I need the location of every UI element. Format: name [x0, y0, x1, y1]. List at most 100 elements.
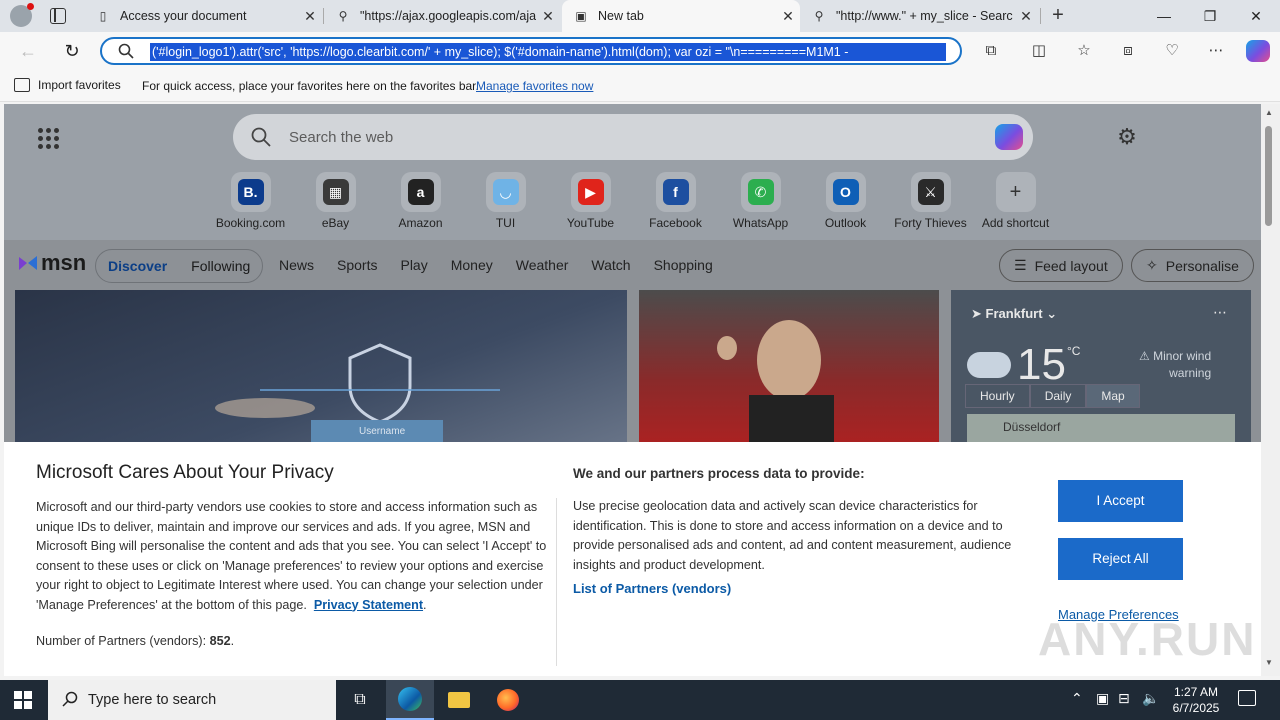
nav-news[interactable]: News — [279, 257, 314, 273]
clock[interactable]: 1:27 AM 6/7/2025 — [1168, 684, 1224, 716]
shortcut-youtube[interactable]: ▶ YouTube — [548, 172, 633, 230]
scroll-up-icon[interactable]: ▲ — [1265, 108, 1273, 117]
nav-watch[interactable]: Watch — [591, 257, 630, 273]
browser-essentials-icon[interactable]: ♡ — [1163, 42, 1181, 60]
shortcut-amazon[interactable]: a Amazon — [378, 172, 463, 230]
tab-title: "https://ajax.googleapis.com/aja — [360, 9, 536, 23]
taskbar-search[interactable]: Type here to search — [48, 680, 336, 720]
notifications-icon[interactable] — [1238, 690, 1256, 706]
refresh-button[interactable]: ↻ — [60, 40, 84, 64]
shortcut-forty-thieves[interactable]: ⚔ Forty Thieves — [888, 172, 973, 230]
close-icon[interactable]: ✕ — [536, 8, 560, 25]
volume-icon[interactable]: 🔈 — [1142, 690, 1159, 707]
import-favorites-button[interactable]: Import favorites — [14, 78, 121, 92]
close-icon[interactable]: ✕ — [298, 8, 322, 25]
nav-weather[interactable]: Weather — [516, 257, 569, 273]
msn-logo[interactable]: msn — [17, 250, 86, 276]
msn-butterfly-icon — [19, 256, 37, 270]
tab-access-document[interactable]: ▯ Access your document ✕ — [84, 0, 322, 32]
shortcut-facebook[interactable]: f Facebook — [633, 172, 718, 230]
shortcut-outlook[interactable]: O Outlook — [803, 172, 888, 230]
minimize-button[interactable]: — — [1141, 0, 1187, 32]
taskbar-search-placeholder: Type here to search — [88, 692, 217, 708]
copilot-icon[interactable] — [995, 124, 1023, 150]
close-icon[interactable]: ✕ — [1014, 8, 1038, 25]
personalise-button[interactable]: ✧ Personalise — [1131, 249, 1254, 282]
nav-sports[interactable]: Sports — [337, 257, 377, 273]
split-screen-icon[interactable]: ◫ — [1030, 42, 1048, 60]
network-icon[interactable]: ⊟ — [1118, 690, 1130, 707]
close-icon[interactable]: ✕ — [776, 8, 800, 25]
sparkle-icon: ✧ — [1146, 257, 1158, 273]
address-bar[interactable]: ('#login_logo1').attr('src', 'https://lo… — [100, 37, 962, 65]
edge-icon[interactable] — [386, 680, 434, 720]
favorites-star-icon[interactable]: ☆ — [1075, 42, 1093, 60]
partners-list-link[interactable]: List of Partners (vendors) — [573, 581, 731, 596]
reject-all-button[interactable]: Reject All — [1058, 538, 1183, 580]
tab-following[interactable]: Following — [191, 258, 250, 274]
scroll-down-icon[interactable]: ▼ — [1265, 658, 1273, 667]
weather-unit: °C — [1067, 344, 1081, 358]
back-button[interactable]: ← — [16, 40, 40, 64]
nav-shopping[interactable]: Shopping — [654, 257, 713, 273]
privacy-title: Microsoft Cares About Your Privacy — [36, 462, 334, 483]
tab-new-tab[interactable]: ▣ New tab ✕ — [562, 0, 800, 32]
close-window-button[interactable]: ✕ — [1233, 0, 1279, 32]
page-scrollbar[interactable]: ▲ ▼ — [1261, 104, 1280, 676]
scroll-thumb[interactable] — [1265, 126, 1272, 226]
weather-location[interactable]: ➤ Frankfurt ⌄ — [971, 306, 1057, 322]
new-tab-button[interactable]: + — [1046, 4, 1070, 28]
more-icon[interactable]: ⋯ — [1207, 42, 1225, 60]
manage-favorites-link[interactable]: Manage favorites now — [476, 79, 593, 93]
tab-www-search[interactable]: ⚲ "http://www." + my_slice - Searc ✕ — [800, 0, 1038, 32]
profile-avatar[interactable] — [10, 3, 34, 27]
copilot-icon[interactable] — [1246, 40, 1270, 62]
app-launcher-icon[interactable] — [38, 128, 59, 149]
windows-start-icon[interactable] — [14, 691, 32, 709]
import-favorites-label: Import favorites — [38, 78, 121, 92]
tab-discover[interactable]: Discover — [108, 258, 167, 274]
firefox-icon[interactable] — [484, 680, 532, 720]
browser-toolbar: ← ↻ ('#login_logo1').attr('src', 'https:… — [0, 32, 1280, 70]
address-text[interactable]: ('#login_logo1').attr('src', 'https://lo… — [150, 43, 946, 61]
more-icon[interactable]: ⋯ — [1213, 304, 1227, 321]
feed-layout-button[interactable]: ☰ Feed layout — [999, 249, 1123, 282]
amazon-icon: a — [407, 179, 434, 205]
tab-map[interactable]: Map — [1086, 384, 1140, 408]
tab-daily[interactable]: Daily — [1029, 384, 1087, 408]
shortcut-booking[interactable]: B. Booking.com — [208, 172, 293, 230]
settings-gear-icon[interactable]: ⚙ — [1114, 124, 1140, 150]
tab-hourly[interactable]: Hourly — [965, 384, 1030, 408]
ebay-icon: ▦ — [322, 179, 349, 205]
feed-toggle: Discover Following — [95, 249, 264, 283]
shortcut-label: Add shortcut — [981, 216, 1050, 230]
shortcut-label: Amazon — [398, 216, 443, 230]
nav-money[interactable]: Money — [451, 257, 493, 273]
accept-button[interactable]: I Accept — [1058, 480, 1183, 522]
speaker-photo — [717, 320, 834, 442]
collections-icon[interactable]: ⧈ — [1119, 42, 1137, 60]
tab-actions-icon[interactable] — [50, 8, 66, 24]
news-card-speech[interactable] — [639, 290, 939, 442]
shortcut-ebay[interactable]: ▦ eBay — [293, 172, 378, 230]
file-explorer-icon[interactable] — [435, 680, 483, 720]
task-view-icon[interactable]: ⧉ — [336, 680, 384, 720]
watermark-logo: ANY.RUN — [1038, 613, 1257, 665]
msn-nav: News Sports Play Money Weather Watch Sho… — [279, 257, 736, 273]
news-card-security[interactable]: Username — [15, 290, 627, 442]
divider — [556, 498, 557, 666]
add-shortcut-button[interactable]: + Add shortcut — [973, 172, 1058, 230]
device-icon[interactable]: ▣ — [1096, 690, 1109, 707]
nav-play[interactable]: Play — [400, 257, 427, 273]
extensions-icon[interactable]: ⧉ — [982, 42, 1000, 60]
shortcut-whatsapp[interactable]: ✆ WhatsApp — [718, 172, 803, 230]
shortcut-tui[interactable]: ◡ TUI — [463, 172, 548, 230]
weather-warning[interactable]: ⚠ Minor wind warning — [1139, 348, 1211, 382]
tab-ajax-search[interactable]: ⚲ "https://ajax.googleapis.com/aja ✕ — [324, 0, 560, 32]
web-search-box[interactable]: Search the web — [233, 114, 1033, 160]
chevron-up-icon[interactable]: ⌃ — [1071, 690, 1083, 707]
restore-button[interactable]: ❐ — [1187, 0, 1233, 32]
privacy-statement-link[interactable]: Privacy Statement — [314, 598, 423, 612]
weather-card[interactable]: ➤ Frankfurt ⌄ ⋯ 15 °C ⚠ Minor wind warni… — [951, 290, 1251, 442]
privacy-body: Microsoft and our third-party vendors us… — [36, 500, 547, 612]
